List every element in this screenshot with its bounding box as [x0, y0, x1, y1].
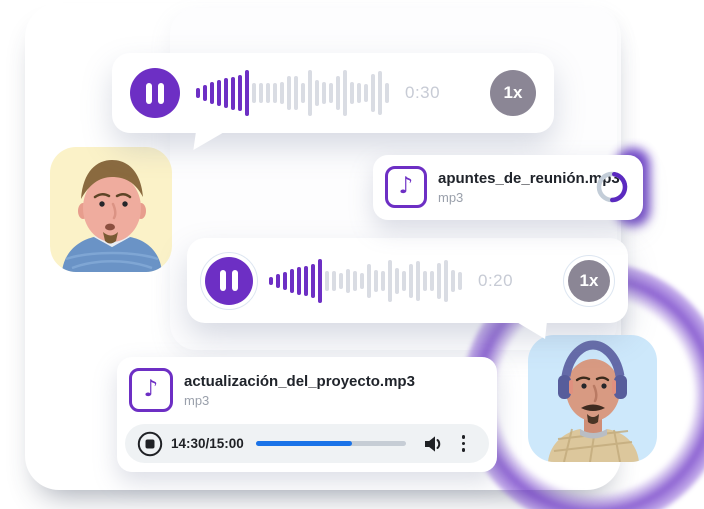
waveform-bar	[346, 268, 350, 293]
avatar-man-headphones	[528, 335, 657, 462]
playback-speed-button[interactable]: 1x	[490, 70, 536, 116]
pause-icon	[220, 270, 226, 291]
avatar-illustration	[62, 160, 162, 272]
waveform-bar	[217, 80, 221, 106]
avatar-man-blue-sweater	[50, 147, 172, 272]
waveform-bar	[451, 269, 455, 292]
waveform-bar	[290, 268, 294, 293]
loading-spinner-icon	[596, 171, 628, 203]
waveform-bar	[311, 263, 315, 298]
player-time: 14:30/15:00	[171, 436, 244, 451]
waveform-bar	[336, 76, 340, 110]
waveform-bar	[252, 83, 256, 103]
waveform-bar	[266, 83, 270, 103]
avatar-illustration	[548, 340, 639, 462]
kebab-menu-icon[interactable]	[461, 435, 466, 452]
waveform-bar	[318, 258, 322, 303]
waveform-bar	[444, 259, 448, 302]
playback-speed-button[interactable]: 1x	[563, 254, 615, 307]
file-type: mp3	[438, 189, 464, 205]
waveform-bar	[437, 262, 441, 299]
file-type: mp3	[184, 392, 210, 408]
waveform-bar	[269, 276, 273, 285]
voice-message-bubble-1: 0:30 1x	[112, 53, 554, 150]
stop-button[interactable]	[137, 431, 163, 457]
audio-waveform[interactable]	[269, 256, 462, 306]
waveform-bar	[259, 83, 263, 103]
waveform-bar	[297, 266, 301, 295]
waveform-bar	[287, 76, 291, 110]
waveform-bar	[385, 83, 389, 103]
audio-player: 14:30/15:00	[125, 424, 489, 463]
waveform-bar	[360, 272, 364, 289]
waveform-bar	[245, 70, 249, 116]
chat-mock-canvas: 0:30 1x 0:20 1x ♪ apuntes_de_reunión.mp3…	[0, 0, 704, 509]
music-file-icon: ♪	[385, 166, 427, 208]
pause-icon	[158, 82, 164, 104]
waveform-bar	[339, 272, 343, 289]
waveform-bar	[374, 269, 378, 292]
waveform-bar	[381, 270, 385, 291]
waveform-bar	[273, 83, 277, 103]
waveform-bar	[304, 265, 308, 296]
waveform-bar	[378, 71, 382, 115]
waveform-bar	[280, 82, 284, 104]
waveform-bar	[203, 85, 207, 101]
volume-icon	[424, 435, 441, 452]
waveform-bar	[294, 76, 298, 110]
waveform-bar	[423, 270, 427, 291]
waveform-bar	[416, 260, 420, 301]
waveform-bar	[329, 83, 333, 103]
seek-bar[interactable]	[255, 441, 406, 446]
file-name: actualización_del_proyecto.mp3	[184, 372, 415, 390]
waveform-bar	[224, 78, 228, 108]
waveform-bar	[332, 270, 336, 291]
file-attachment-card-2[interactable]: ♪ actualización_del_proyecto.mp3 mp3 14:…	[117, 357, 497, 472]
waveform-bar	[371, 74, 375, 112]
waveform-bar	[388, 259, 392, 302]
waveform-bar	[357, 83, 361, 103]
waveform-bar	[283, 271, 287, 290]
waveform-bar	[210, 82, 214, 104]
pause-icon	[146, 82, 152, 104]
waveform-bar	[276, 273, 280, 288]
waveform-bar	[402, 270, 406, 291]
waveform-bar	[458, 271, 462, 290]
waveform-bar	[322, 82, 326, 104]
audio-duration: 0:20	[478, 270, 514, 290]
waveform-bar	[343, 70, 347, 116]
stop-icon	[137, 431, 163, 456]
pause-button[interactable]	[200, 251, 258, 310]
pause-button[interactable]	[130, 68, 180, 118]
waveform-bar	[350, 82, 354, 104]
file-name: apuntes_de_reunión.mp3	[438, 169, 620, 187]
seek-bar-progress	[255, 441, 352, 446]
waveform-bar	[231, 76, 235, 110]
waveform-bar	[367, 263, 371, 298]
waveform-bar	[364, 84, 368, 102]
waveform-bar	[308, 70, 312, 116]
audio-duration: 0:30	[405, 83, 441, 102]
waveform-bar	[238, 75, 242, 111]
music-note-icon: ♪	[143, 375, 159, 402]
file-attachment-card-1[interactable]: ♪ apuntes_de_reunión.mp3 mp3	[373, 155, 643, 220]
waveform-bar	[301, 83, 305, 103]
waveform-bar	[430, 270, 434, 291]
volume-button[interactable]	[422, 433, 444, 455]
voice-message-bubble-2: 0:20 1x	[187, 238, 628, 339]
music-file-icon: ♪	[129, 368, 173, 412]
pause-icon	[232, 270, 238, 291]
waveform-bar	[353, 270, 357, 291]
waveform-bar	[395, 267, 399, 294]
waveform-bar	[315, 80, 319, 106]
music-note-icon: ♪	[398, 172, 414, 199]
audio-waveform[interactable]	[196, 68, 389, 118]
waveform-bar	[325, 270, 329, 291]
waveform-bar	[196, 88, 200, 98]
waveform-bar	[409, 263, 413, 298]
